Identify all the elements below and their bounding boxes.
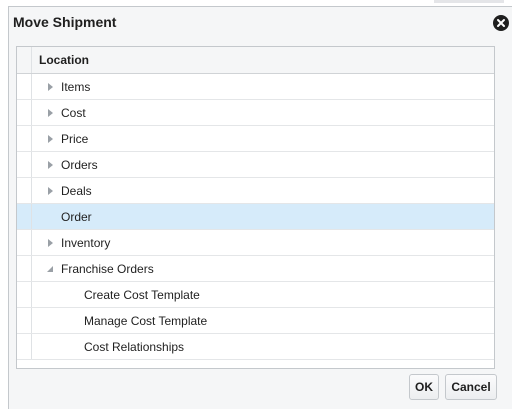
tree-header-row: Location	[17, 47, 494, 74]
row-gutter	[17, 178, 32, 203]
tree-row-label: Cost	[61, 106, 86, 120]
dialog-title: Move Shipment	[13, 14, 117, 30]
row-gutter	[17, 256, 32, 281]
tree-row-price[interactable]: Price	[17, 126, 494, 152]
caret-right-icon[interactable]	[46, 178, 54, 203]
caret-right-icon[interactable]	[46, 152, 54, 177]
tree-row-label: Franchise Orders	[61, 262, 154, 276]
row-gutter	[17, 100, 32, 125]
row-gutter	[17, 308, 32, 333]
tree-row-label: Manage Cost Template	[84, 314, 208, 328]
tree-row-manage-cost-template[interactable]: Manage Cost Template	[17, 308, 494, 334]
dialog-header: Move Shipment	[9, 7, 512, 37]
tree-row-label: Deals	[61, 184, 92, 198]
caret-right-icon[interactable]	[46, 100, 54, 125]
tree-row-franchise-orders[interactable]: Franchise Orders	[17, 256, 494, 282]
caret-down-icon[interactable]	[46, 256, 54, 281]
tree-row-label: Order	[61, 210, 92, 224]
row-gutter	[17, 47, 32, 73]
tree-row-label: Items	[61, 80, 91, 94]
row-gutter	[17, 282, 32, 307]
tree-row-label: Orders	[61, 158, 98, 172]
row-gutter	[17, 334, 32, 359]
tree-row-items[interactable]: Items	[17, 74, 494, 100]
close-button[interactable]	[493, 15, 509, 31]
tree-row-label: Inventory	[61, 236, 111, 250]
row-gutter	[17, 152, 32, 177]
tree-row-create-cost-template[interactable]: Create Cost Template	[17, 282, 494, 308]
tree-row-label: Create Cost Template	[84, 288, 200, 302]
row-gutter	[17, 230, 32, 255]
background-text	[434, 0, 504, 3]
row-gutter	[17, 74, 32, 99]
caret-right-icon[interactable]	[46, 126, 54, 151]
row-gutter	[17, 126, 32, 151]
tree-row-label: Cost Relationships	[84, 340, 185, 354]
location-tree: Location Items Cost Price Orders Deals O…	[16, 46, 495, 369]
tree-row-cost[interactable]: Cost	[17, 100, 494, 126]
caret-right-icon[interactable]	[46, 230, 54, 255]
tree-row-inventory[interactable]: Inventory	[17, 230, 494, 256]
tree-row-deals[interactable]: Deals	[17, 178, 494, 204]
column-header-location: Location	[39, 53, 89, 67]
caret-right-icon[interactable]	[46, 74, 54, 99]
ok-button[interactable]: OK	[409, 374, 439, 400]
tree-row-cost-relationships[interactable]: Cost Relationships	[17, 334, 494, 360]
tree-row-label: Price	[61, 132, 89, 146]
tree-row-order[interactable]: Order	[17, 204, 494, 230]
tree-row-orders[interactable]: Orders	[17, 152, 494, 178]
cancel-button[interactable]: Cancel	[445, 374, 497, 400]
row-gutter	[17, 204, 32, 229]
close-icon	[497, 19, 505, 27]
